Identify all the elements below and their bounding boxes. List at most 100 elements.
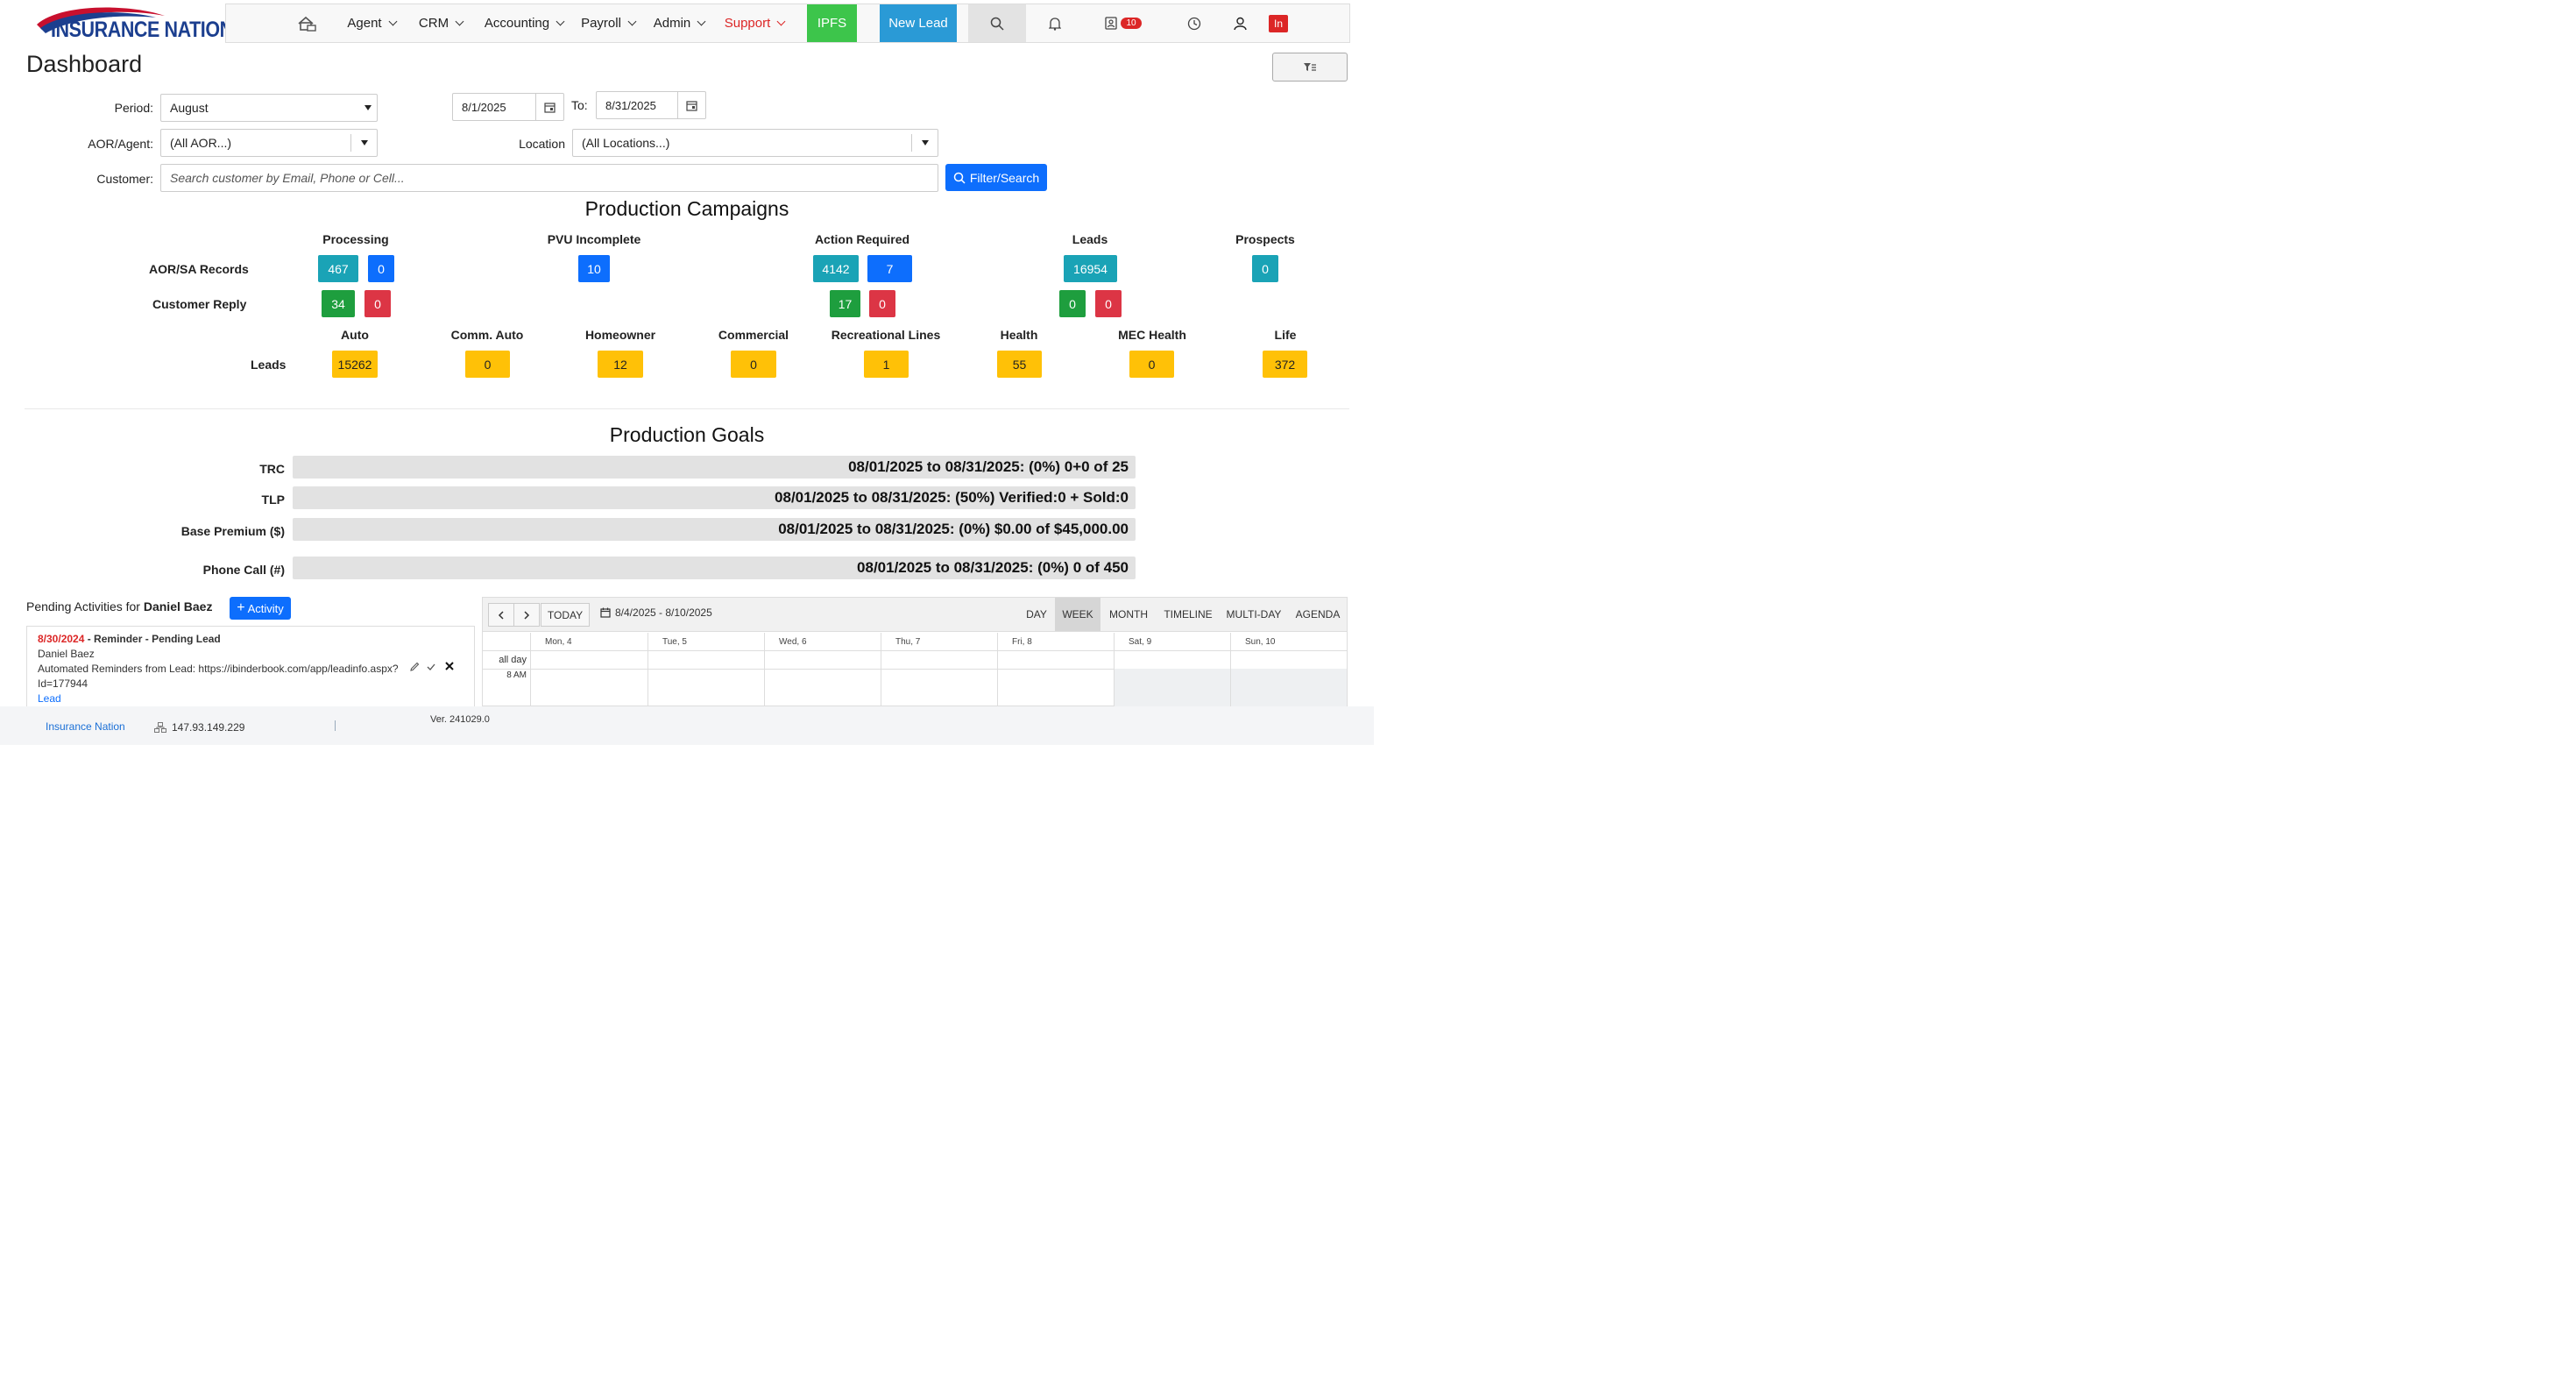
lead-life-count[interactable]: 372 bbox=[1263, 351, 1307, 378]
day-header-sat[interactable]: Sat, 9 bbox=[1115, 633, 1231, 650]
aor-processing-count-2[interactable]: 0 bbox=[368, 255, 394, 282]
footer-brand-link[interactable]: Insurance Nation bbox=[46, 720, 125, 733]
view-day-button[interactable]: DAY bbox=[1017, 598, 1056, 631]
day-header-tue[interactable]: Tue, 5 bbox=[648, 633, 765, 650]
view-timeline-button[interactable]: TIMELINE bbox=[1157, 598, 1219, 631]
reply-action-count[interactable]: 17 bbox=[830, 290, 860, 317]
top-navbar: Agent CRM Accounting Payroll Admin Suppo… bbox=[225, 4, 1350, 43]
lead-commercial-count[interactable]: 0 bbox=[731, 351, 776, 378]
network-icon bbox=[154, 721, 166, 735]
day-header-sun[interactable]: Sun, 10 bbox=[1231, 633, 1347, 650]
col-prospects: Prospects bbox=[1235, 232, 1295, 246]
reply-leads-count[interactable]: 0 bbox=[1059, 290, 1086, 317]
today-button[interactable]: TODAY bbox=[541, 603, 590, 627]
contacts-icon[interactable]: 10 bbox=[1100, 4, 1146, 42]
prev-week-button[interactable] bbox=[488, 603, 514, 627]
plus-icon: + bbox=[237, 600, 245, 615]
view-month-button[interactable]: MONTH bbox=[1102, 598, 1155, 631]
lead-type-homeowner: Homeowner bbox=[584, 328, 656, 342]
chevron-down-icon bbox=[627, 17, 637, 26]
close-icon[interactable] bbox=[444, 661, 456, 673]
period-select[interactable]: August bbox=[160, 94, 378, 122]
caret-down-icon bbox=[922, 140, 929, 145]
lead-type-commercial: Commercial bbox=[718, 328, 789, 342]
reply-processing-count-2[interactable]: 0 bbox=[364, 290, 391, 317]
lead-type-auto: Auto bbox=[341, 328, 369, 342]
edit-icon[interactable] bbox=[409, 662, 421, 674]
aor-prospects-count[interactable]: 0 bbox=[1252, 255, 1278, 282]
calendar-icon[interactable] bbox=[677, 92, 705, 118]
view-agenda-button[interactable]: AGENDA bbox=[1287, 598, 1348, 631]
user-icon[interactable] bbox=[1227, 4, 1253, 42]
nav-support[interactable]: Support bbox=[722, 4, 787, 42]
date-from-input[interactable]: 8/1/2025 bbox=[452, 93, 564, 121]
activity-description: Automated Reminders from Lead: https://i… bbox=[38, 663, 399, 675]
customer-search-input[interactable]: Search customer by Email, Phone or Cell.… bbox=[160, 164, 938, 192]
user-initials-badge[interactable]: In bbox=[1265, 4, 1292, 42]
filter-icon bbox=[1304, 62, 1316, 71]
next-week-button[interactable] bbox=[513, 603, 540, 627]
view-multi-day-button[interactable]: MULTI-DAY bbox=[1224, 598, 1284, 631]
search-icon[interactable] bbox=[968, 4, 1026, 42]
day-header-thu[interactable]: Thu, 7 bbox=[881, 633, 998, 650]
customer-label: Customer: bbox=[96, 172, 153, 186]
aor-agent-select[interactable]: (All AOR...) bbox=[160, 129, 378, 157]
lead-mec-health-count[interactable]: 0 bbox=[1129, 351, 1174, 378]
date-to-input[interactable]: 8/31/2025 bbox=[596, 91, 706, 119]
day-header-fri[interactable]: Fri, 8 bbox=[998, 633, 1115, 650]
reply-leads-count-2[interactable]: 0 bbox=[1095, 290, 1122, 317]
chevron-down-icon bbox=[455, 17, 464, 26]
lead-type-comm-auto: Comm. Auto bbox=[450, 328, 524, 342]
aor-action-count-2[interactable]: 7 bbox=[867, 255, 912, 282]
lead-auto-count[interactable]: 15262 bbox=[332, 351, 378, 378]
check-icon[interactable] bbox=[426, 662, 438, 674]
nav-payroll[interactable]: Payroll bbox=[577, 4, 640, 42]
chevron-down-icon bbox=[776, 17, 786, 26]
new-lead-button[interactable]: New Lead bbox=[880, 4, 957, 42]
nav-accounting[interactable]: Accounting bbox=[480, 4, 568, 42]
clock-icon[interactable] bbox=[1181, 4, 1207, 42]
calendar-toolbar: TODAY 8/4/2025 - 8/10/2025 DAY WEEK MONT… bbox=[483, 598, 1347, 632]
home-icon[interactable] bbox=[289, 4, 324, 42]
nav-admin[interactable]: Admin bbox=[650, 4, 708, 42]
bell-icon[interactable] bbox=[1039, 4, 1071, 42]
insurance-nation-logo[interactable]: INSURANCE NATION bbox=[33, 5, 233, 44]
calendar-range[interactable]: 8/4/2025 - 8/10/2025 bbox=[600, 606, 712, 619]
col-pvu-incomplete: PVU Incomplete bbox=[547, 232, 641, 246]
calendar-icon[interactable] bbox=[535, 94, 563, 120]
aor-processing-count[interactable]: 467 bbox=[318, 255, 358, 282]
lead-comm-auto-count[interactable]: 0 bbox=[465, 351, 510, 378]
filter-search-button[interactable]: Filter/Search bbox=[945, 164, 1047, 191]
aor-leads-count[interactable]: 16954 bbox=[1064, 255, 1117, 282]
goal-bar-phone-call: 08/01/2025 to 08/31/2025: (0%) 0 of 450 bbox=[293, 557, 1136, 579]
nav-crm[interactable]: CRM bbox=[414, 4, 468, 42]
activity-lead-link[interactable]: Lead bbox=[38, 692, 61, 705]
lead-homeowner-count[interactable]: 12 bbox=[598, 351, 643, 378]
add-activity-button[interactable]: + Activity bbox=[230, 597, 291, 620]
lead-health-count[interactable]: 55 bbox=[997, 351, 1042, 378]
col-processing: Processing bbox=[322, 232, 389, 246]
aor-pvu-count[interactable]: 10 bbox=[578, 255, 610, 282]
lead-recreational-count[interactable]: 1 bbox=[864, 351, 909, 378]
reply-action-count-2[interactable]: 0 bbox=[869, 290, 895, 317]
reply-processing-count[interactable]: 34 bbox=[322, 290, 355, 317]
row-leads: Leads bbox=[251, 358, 287, 372]
nav-agent[interactable]: Agent bbox=[342, 4, 401, 42]
caret-down-icon bbox=[361, 140, 368, 145]
goal-label-tlp: TLP bbox=[261, 493, 285, 507]
chevron-down-icon bbox=[697, 17, 706, 26]
ipfs-button[interactable]: IPFS bbox=[807, 4, 857, 42]
location-select[interactable]: (All Locations...) bbox=[572, 129, 938, 157]
col-leads: Leads bbox=[1072, 232, 1108, 246]
filter-toggle-button[interactable] bbox=[1272, 53, 1348, 82]
view-week-button[interactable]: WEEK bbox=[1055, 598, 1100, 631]
day-header-wed[interactable]: Wed, 6 bbox=[765, 633, 881, 650]
row-aor-sa-records: AOR/SA Records bbox=[149, 262, 249, 276]
col-action-required: Action Required bbox=[814, 232, 910, 246]
lead-type-recreational: Recreational Lines bbox=[831, 328, 941, 342]
aor-action-count[interactable]: 4142 bbox=[813, 255, 859, 282]
chevron-down-icon bbox=[388, 17, 398, 26]
activity-calendar: TODAY 8/4/2025 - 8/10/2025 DAY WEEK MONT… bbox=[482, 597, 1348, 706]
all-day-label: all day bbox=[499, 655, 527, 665]
day-header-mon[interactable]: Mon, 4 bbox=[531, 633, 648, 650]
